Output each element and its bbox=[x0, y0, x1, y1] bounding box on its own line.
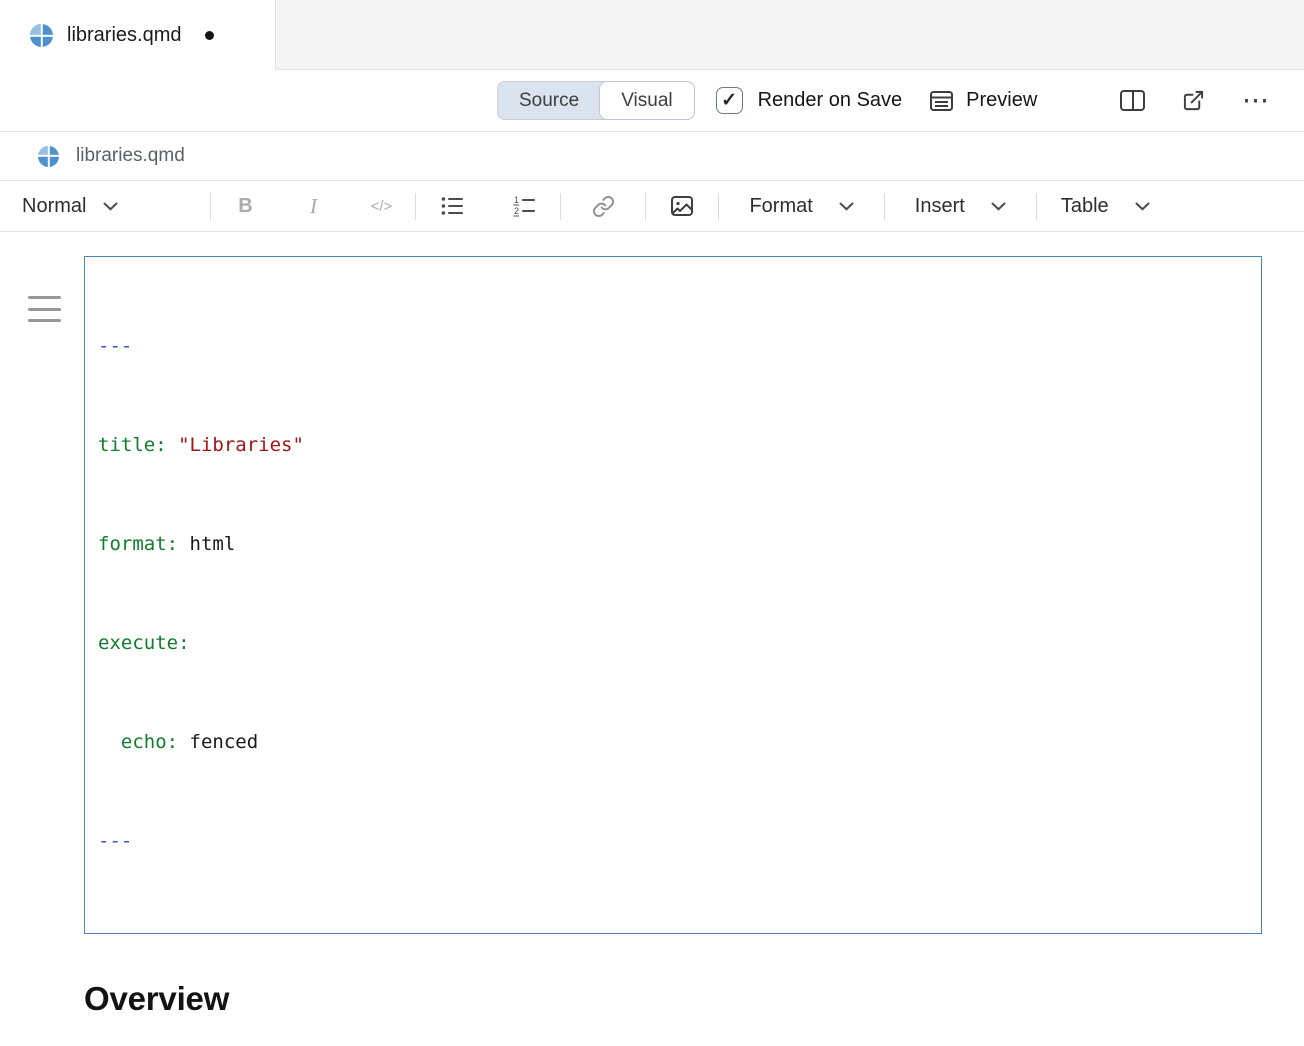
table-menu[interactable]: Table bbox=[1037, 195, 1180, 218]
yaml-line: echo: fenced bbox=[98, 726, 1248, 759]
tab-bar-empty-area bbox=[276, 0, 1304, 69]
insert-menu-label: Insert bbox=[915, 195, 965, 218]
heading-overview: Overview bbox=[84, 980, 1262, 1018]
yaml-line: --- bbox=[98, 330, 1248, 363]
visual-mode-label: Visual bbox=[621, 90, 672, 112]
image-icon bbox=[670, 195, 694, 217]
yaml-key-echo: echo: bbox=[98, 731, 178, 753]
more-options-icon[interactable]: ⋯ bbox=[1242, 87, 1270, 114]
chevron-down-icon bbox=[1135, 202, 1150, 211]
render-on-save-control: ✓ Render on Save bbox=[716, 87, 903, 114]
yaml-key-execute: execute: bbox=[98, 632, 190, 654]
outline-menu-icon[interactable] bbox=[28, 296, 61, 322]
breadcrumb-filename: libraries.qmd bbox=[76, 145, 185, 167]
svg-text:2: 2 bbox=[514, 206, 519, 216]
yaml-key-title: title: bbox=[98, 434, 167, 456]
toolbar-right-icons: ⋯ bbox=[1120, 87, 1270, 114]
quarto-file-icon-small bbox=[38, 146, 59, 167]
insert-link-button[interactable] bbox=[561, 195, 645, 218]
visual-editor-canvas[interactable]: --- title: "Libraries" format: html exec… bbox=[0, 256, 1304, 1046]
insert-menu[interactable]: Insert bbox=[885, 195, 1036, 218]
yaml-delimiter: --- bbox=[98, 335, 132, 357]
preview-button[interactable]: Preview bbox=[929, 89, 1037, 112]
tab-bar: libraries.qmd bbox=[0, 0, 1304, 70]
render-on-save-label: Render on Save bbox=[758, 89, 903, 112]
editor-toolbar: Source Visual ✓ Render on Save Preview ⋯ bbox=[0, 70, 1304, 132]
breadcrumb: libraries.qmd bbox=[0, 132, 1304, 181]
source-visual-toggle: Source Visual bbox=[497, 81, 695, 120]
preview-label: Preview bbox=[966, 89, 1037, 112]
numbered-list-button[interactable]: 12 bbox=[488, 195, 560, 217]
formatting-toolbar: Normal B I </> 12 Format bbox=[0, 181, 1304, 232]
code-button[interactable]: </> bbox=[347, 198, 415, 215]
link-icon bbox=[592, 195, 615, 218]
numbered-list-icon: 12 bbox=[512, 195, 536, 217]
source-mode-button[interactable]: Source bbox=[498, 82, 600, 119]
bulleted-list-icon bbox=[440, 195, 464, 217]
quarto-icon-quadrant bbox=[38, 146, 49, 157]
insert-image-button[interactable] bbox=[646, 195, 718, 217]
render-on-save-checkbox[interactable]: ✓ bbox=[716, 87, 743, 114]
paragraph-style-dropdown[interactable]: Normal bbox=[22, 195, 118, 218]
yaml-line: format: html bbox=[98, 528, 1248, 561]
bold-button[interactable]: B bbox=[211, 195, 279, 218]
yaml-line: --- bbox=[98, 825, 1248, 858]
format-menu-label: Format bbox=[749, 195, 812, 218]
yaml-line: execute: bbox=[98, 627, 1248, 660]
chevron-down-icon bbox=[839, 202, 854, 211]
yaml-key-format: format: bbox=[98, 533, 178, 555]
chevron-down-icon bbox=[103, 202, 118, 211]
unsaved-changes-icon bbox=[205, 31, 214, 40]
svg-text:1: 1 bbox=[514, 195, 519, 205]
source-mode-label: Source bbox=[519, 90, 579, 112]
table-menu-label: Table bbox=[1061, 195, 1109, 218]
bulleted-list-button[interactable] bbox=[416, 195, 488, 217]
quarto-file-icon bbox=[30, 24, 53, 47]
tab-libraries-qmd[interactable]: libraries.qmd bbox=[0, 0, 276, 71]
yaml-value-echo: fenced bbox=[178, 731, 258, 753]
split-editor-icon[interactable] bbox=[1120, 90, 1145, 111]
yaml-value-title: "Libraries" bbox=[167, 434, 304, 456]
quarto-icon-quadrant bbox=[30, 24, 42, 36]
chevron-down-icon bbox=[991, 202, 1006, 211]
paragraph-style-value: Normal bbox=[22, 195, 86, 218]
format-menu[interactable]: Format bbox=[719, 195, 883, 218]
yaml-line: title: "Libraries" bbox=[98, 429, 1248, 462]
open-in-new-window-icon[interactable] bbox=[1182, 89, 1205, 112]
yaml-delimiter: --- bbox=[98, 830, 132, 852]
preview-icon bbox=[929, 90, 954, 112]
check-icon: ✓ bbox=[721, 91, 737, 110]
tab-title: libraries.qmd bbox=[67, 24, 181, 47]
yaml-front-matter-block[interactable]: --- title: "Libraries" format: html exec… bbox=[84, 256, 1262, 934]
visual-mode-button[interactable]: Visual bbox=[599, 81, 694, 120]
italic-button[interactable]: I bbox=[279, 194, 347, 219]
yaml-value-format: html bbox=[178, 533, 235, 555]
